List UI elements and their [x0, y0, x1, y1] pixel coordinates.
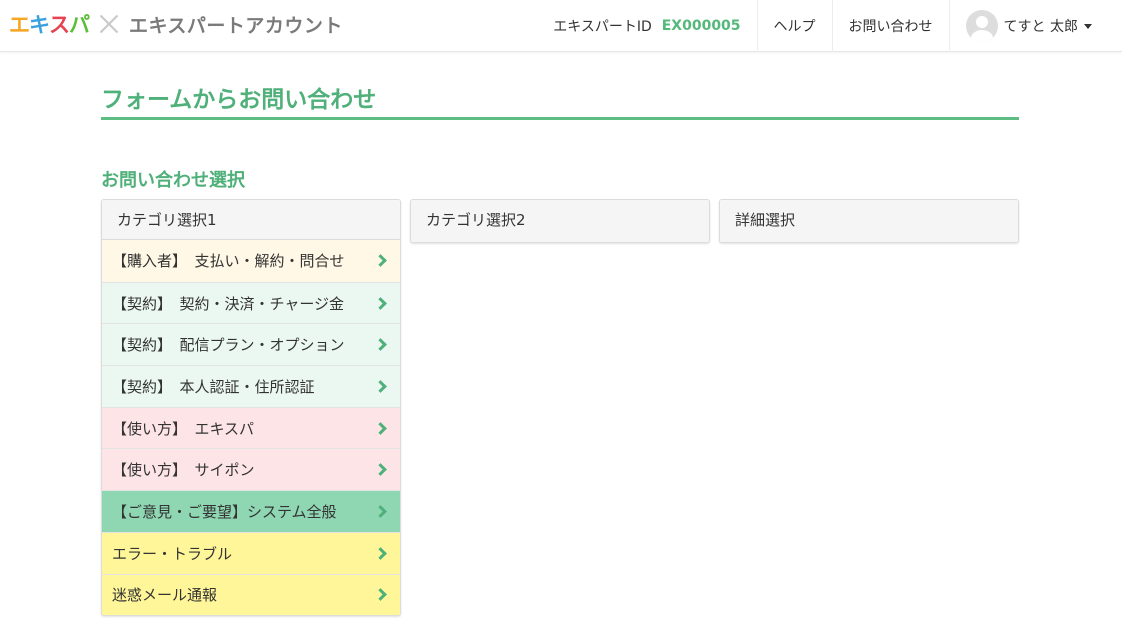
- user-name: てすと 太郎: [1003, 19, 1078, 35]
- brand[interactable]: エ キ ス パ エキスパートアカウント: [9, 10, 343, 38]
- category-item-label: エラー・トラブル: [112, 544, 233, 563]
- category-item[interactable]: 迷惑メール通報: [102, 573, 400, 616]
- category-item[interactable]: 【契約】 契約・決済・チャージ金: [102, 281, 400, 324]
- category-item[interactable]: 【ご意見・ご要望】システム全般: [102, 490, 400, 532]
- caret-down-icon: [1084, 23, 1092, 29]
- contact-link[interactable]: お問い合わせ: [831, 0, 949, 52]
- logo-char-2: キ: [29, 13, 50, 37]
- logo-char-4: パ: [69, 13, 90, 37]
- category2-panel: カテゴリ選択2: [410, 199, 710, 243]
- expert-id: エキスパートID EX000005: [553, 0, 756, 52]
- cross-icon: [99, 14, 119, 34]
- chevron-right-icon: [374, 505, 387, 518]
- category-item[interactable]: 【契約】 配信プラン・オプション: [102, 323, 400, 366]
- avatar-icon: [965, 10, 998, 42]
- expert-id-value: EX000005: [661, 18, 741, 34]
- expert-id-label: エキスパートID: [553, 19, 652, 35]
- category-item-label: 【購入者】 支払い・解約・問合せ: [112, 252, 345, 271]
- help-link[interactable]: ヘルプ: [756, 0, 832, 52]
- page-title: フォームからお問い合わせ: [101, 80, 1019, 120]
- detail-panel: 詳細選択: [719, 199, 1019, 243]
- header-nav: エキスパートID EX000005 ヘルプ お問い合わせ てすと 太郎: [553, 0, 1122, 52]
- category-item[interactable]: 【契約】 本人認証・住所認証: [102, 365, 400, 407]
- app-name: エキスパートアカウント: [129, 14, 343, 37]
- logo-char-1: エ: [9, 13, 30, 37]
- category-item-label: 【ご意見・ご要望】システム全般: [112, 502, 337, 521]
- category-item-label: 【使い方】 エキスパ: [112, 419, 255, 438]
- expa-logo[interactable]: エ キ ス パ: [9, 9, 90, 39]
- chevron-right-icon: [374, 296, 387, 310]
- category1-header: カテゴリ選択1: [102, 200, 400, 240]
- category-item-label: 【契約】 本人認証・住所認証: [112, 377, 315, 396]
- chevron-right-icon: [374, 254, 387, 268]
- chevron-right-icon: [374, 338, 387, 352]
- category1-list: 【購入者】 支払い・解約・問合せ 【契約】 契約・決済・チャージ金 【契約】 配信プ…: [102, 240, 400, 616]
- category-item-label: 【契約】 契約・決済・チャージ金: [112, 294, 345, 313]
- category2-header: カテゴリ選択2: [411, 200, 709, 242]
- chevron-right-icon: [374, 588, 387, 602]
- section-title: お問い合わせ選択: [101, 170, 245, 191]
- chevron-right-icon: [374, 380, 387, 393]
- category-item[interactable]: エラー・トラブル: [102, 531, 400, 574]
- category1-panel: カテゴリ選択1 【購入者】 支払い・解約・問合せ 【契約】 契約・決済・チャージ金…: [101, 199, 401, 617]
- category-item[interactable]: 【使い方】 エキスパ: [102, 406, 400, 449]
- chevron-right-icon: [374, 421, 387, 435]
- chevron-right-icon: [374, 546, 387, 560]
- logo-char-3: ス: [49, 13, 70, 37]
- top-header: エ キ ス パ エキスパートアカウント エキスパートID EX000005 ヘル…: [0, 0, 1122, 52]
- chevron-right-icon: [374, 463, 387, 477]
- category-item[interactable]: 【購入者】 支払い・解約・問合せ: [102, 240, 400, 282]
- category-item-label: 迷惑メール通報: [112, 586, 218, 605]
- detail-header: 詳細選択: [720, 200, 1018, 242]
- user-menu[interactable]: てすと 太郎: [948, 0, 1122, 52]
- category-item-label: 【使い方】 サイポン: [112, 461, 255, 480]
- category-item-label: 【契約】 配信プラン・オプション: [112, 336, 345, 355]
- category-item[interactable]: 【使い方】 サイポン: [102, 448, 400, 491]
